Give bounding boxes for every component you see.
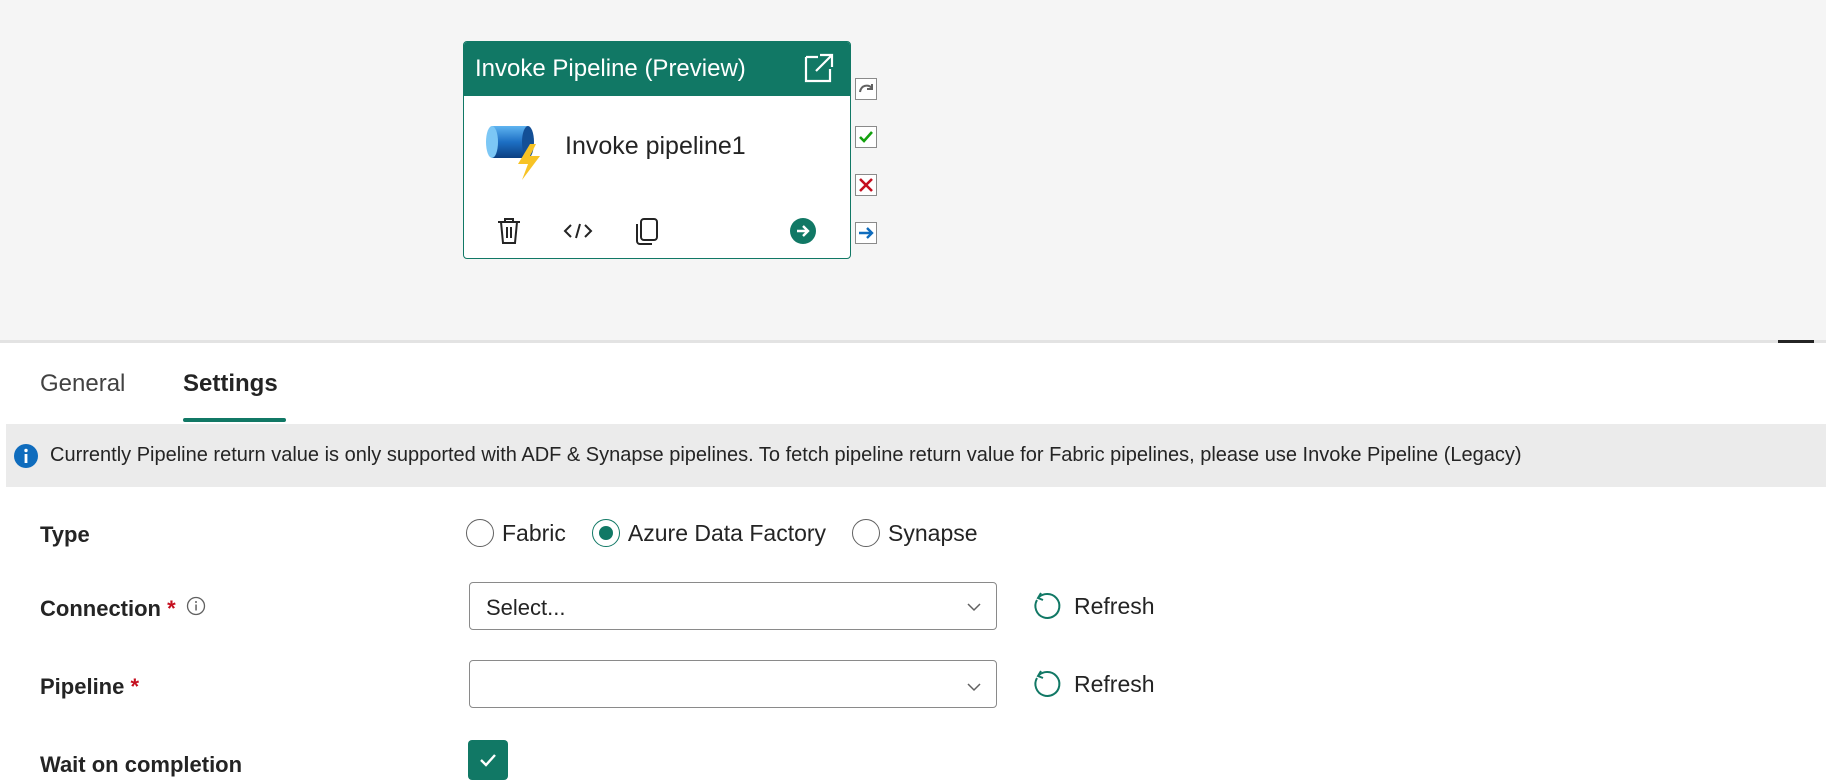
chevron-down-icon [967,603,981,612]
radio-synapse-circle[interactable] [852,519,881,547]
radio-fabric[interactable]: Fabric [466,519,566,547]
minimize-panel-handle[interactable] [1778,340,1814,343]
code-icon[interactable] [561,214,595,248]
radio-fabric-circle[interactable] [466,519,494,547]
radio-synapse[interactable]: Synapse [852,519,978,547]
required-asterisk: * [167,596,176,621]
activity-actions [464,206,850,256]
radio-azure-data-factory[interactable]: Azure Data Factory [591,519,827,547]
refresh-icon [1034,592,1061,619]
copy-icon[interactable] [630,214,664,248]
activity-card-header: Invoke Pipeline (Preview) [464,42,850,96]
canvas-divider[interactable] [0,340,1826,343]
pipeline-lightning-icon [486,126,540,180]
delete-icon[interactable] [492,214,526,248]
wait-on-completion-label: Wait on completion [40,752,243,777]
chevron-down-icon [967,683,981,692]
radio-fabric-label: Fabric [502,519,566,546]
activity-type-title: Invoke Pipeline (Preview) [475,55,746,82]
radio-selected-dot [598,526,613,540]
connection-label: Connection * [40,596,206,622]
activity-card[interactable]: Invoke Pipeline (Preview) Invoke pipelin… [463,41,851,259]
tab-general[interactable]: General [40,370,125,398]
info-tooltip-icon[interactable] [186,596,206,616]
radio-azure-data-factory-circle[interactable] [591,519,620,547]
success-connector-icon[interactable] [855,126,877,148]
refresh-label: Refresh [1074,592,1155,619]
connection-label-text: Connection [40,596,161,621]
activity-card-body: Invoke pipeline1 [464,96,850,206]
pipeline-label-text: Pipeline [40,674,125,699]
checkmark-icon [480,754,496,767]
type-label: Type [40,522,90,547]
info-message-bar: Currently Pipeline return value is only … [6,424,1826,487]
connection-select-value: Select... [486,595,566,620]
pipeline-label: Pipeline * [40,674,139,700]
wait-on-completion-checkbox[interactable] [468,740,508,780]
pipeline-canvas[interactable] [0,0,1826,340]
pipeline-select[interactable] [469,660,997,708]
active-tab-indicator [183,418,286,422]
radio-azure-data-factory-label: Azure Data Factory [627,519,827,546]
failure-connector-icon[interactable] [855,174,877,196]
open-external-icon[interactable] [802,51,836,85]
type-radio-group: Fabric Azure Data Factory Synapse [466,516,1004,550]
refresh-icon [1034,670,1061,697]
connection-refresh-button[interactable]: Refresh [1032,586,1155,626]
completion-connector-icon[interactable] [855,222,877,244]
required-asterisk: * [130,674,140,699]
info-message-text: Currently Pipeline return value is only … [50,444,1522,466]
activity-name: Invoke pipeline1 [565,132,746,160]
pipeline-refresh-button[interactable]: Refresh [1032,664,1155,704]
skip-connector-icon[interactable] [855,78,877,100]
refresh-label: Refresh [1074,670,1155,697]
info-icon [14,443,38,468]
connection-select[interactable]: Select... [469,582,997,630]
radio-synapse-label: Synapse [888,519,978,546]
tab-settings[interactable]: Settings [183,370,278,398]
arrow-right-circle-icon[interactable] [786,214,820,248]
